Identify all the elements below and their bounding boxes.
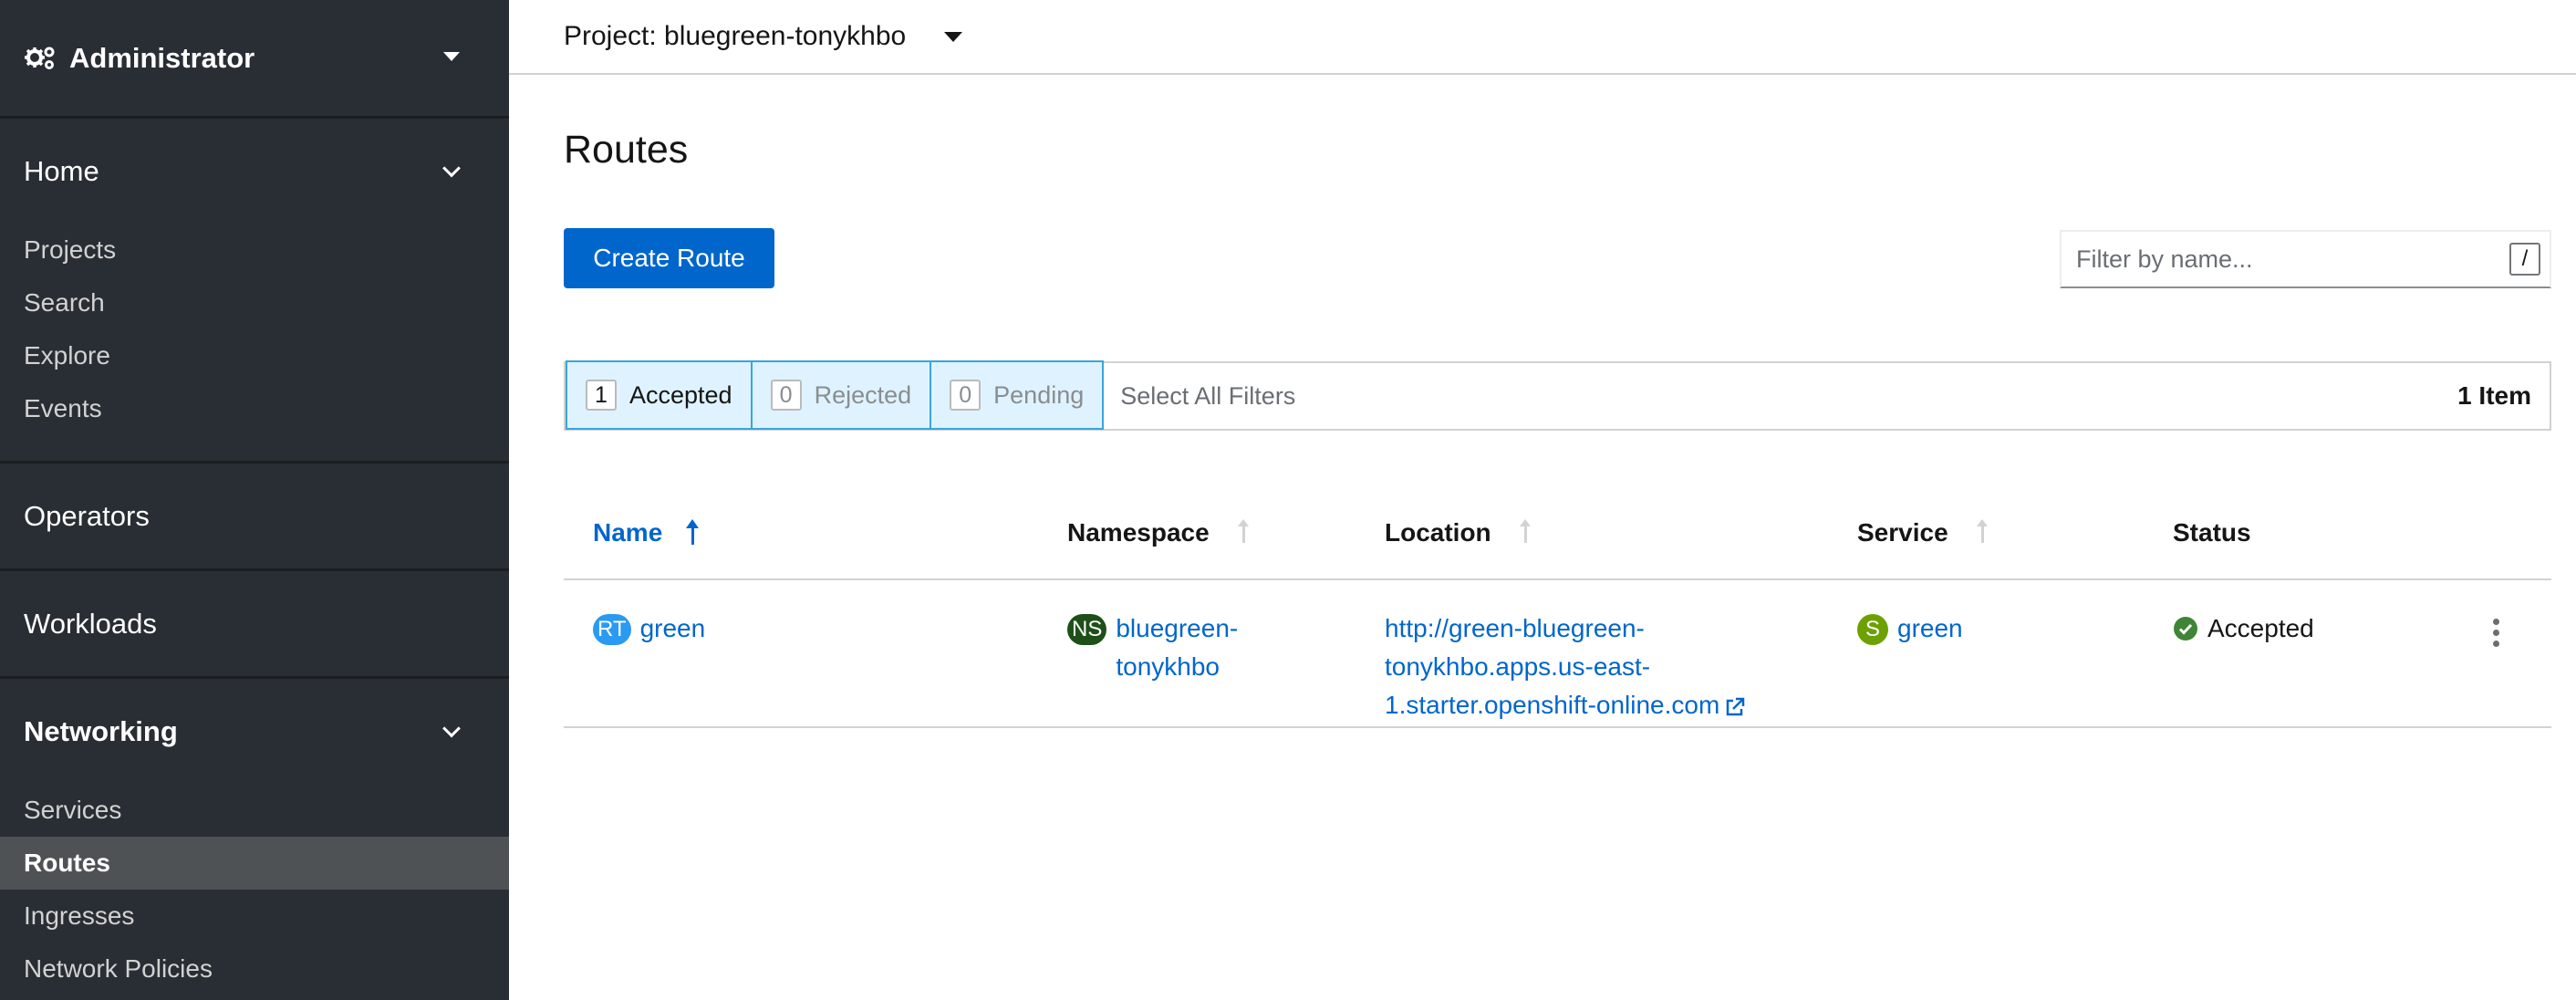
- location-link[interactable]: http://green-bluegreen- tonykhbo.apps.us…: [1385, 609, 1745, 724]
- main-content: Project: bluegreen-tonykhbo Routes Creat…: [509, 0, 2576, 1000]
- namespace-cell: NS bluegreen- tonykhbo: [1067, 613, 1238, 686]
- location-link-line-3: 1.starter.openshift-online.com: [1385, 691, 1720, 719]
- filter-accepted-count: 1: [586, 380, 617, 411]
- sort-icon: [1976, 519, 1989, 547]
- sidebar-item-projects[interactable]: Projects: [0, 224, 509, 276]
- sidebar-item-events[interactable]: Events: [0, 382, 509, 435]
- nav-group-workloads[interactable]: Workloads: [0, 571, 509, 676]
- filter-rejected-button[interactable]: 0 Rejected: [750, 360, 932, 430]
- nav-section-home: Home Projects Search Explore Events: [0, 119, 509, 464]
- nav-group-networking-label: Networking: [24, 714, 178, 747]
- filter-rejected-label: Rejected: [814, 380, 912, 409]
- column-header-status: Status: [2173, 518, 2251, 547]
- namespace-resource-badge: NS: [1067, 614, 1107, 645]
- sort-ascending-icon: [686, 519, 700, 547]
- keyboard-shortcut-hint: /: [2509, 243, 2540, 276]
- filter-placeholder: Filter by name...: [2076, 245, 2253, 273]
- nav-group-operators[interactable]: Operators: [0, 464, 509, 568]
- namespace-link-line-1: bluegreen-: [1116, 614, 1239, 642]
- table-row: RT green NS bluegreen- tonykhbo http://g…: [564, 580, 2551, 728]
- nav-group-networking[interactable]: Networking: [0, 679, 509, 784]
- project-selector[interactable]: Project: bluegreen-tonykhbo: [509, 0, 2576, 75]
- location-cell: http://green-bluegreen- tonykhbo.apps.us…: [1385, 613, 1768, 724]
- project-selector-label: Project: bluegreen-tonykhbo: [564, 21, 907, 51]
- sidebar-item-routes[interactable]: Routes: [0, 837, 509, 890]
- nav-section-networking: Networking Services Routes Ingresses Net…: [0, 679, 509, 995]
- route-name-cell: RT green: [593, 613, 705, 648]
- sidebar-item-network-policies[interactable]: Network Policies: [0, 943, 509, 995]
- column-header-service-label: Service: [1857, 518, 1948, 547]
- sidebar-item-services[interactable]: Services: [0, 784, 509, 837]
- filter-accepted-label: Accepted: [629, 380, 732, 409]
- nav-section-workloads: Workloads: [0, 571, 509, 679]
- service-cell: S green: [1857, 613, 1963, 648]
- filter-pending-count: 0: [950, 380, 982, 411]
- filter-accepted-button[interactable]: 1 Accepted: [566, 360, 753, 430]
- column-header-namespace[interactable]: Namespace: [1067, 518, 1250, 547]
- check-circle-icon: [2174, 617, 2197, 641]
- column-header-name-label: Name: [593, 518, 663, 547]
- namespace-link-line-2: tonykhbo: [1116, 652, 1220, 681]
- kebab-icon[interactable]: [2493, 619, 2500, 647]
- status-cell: Accepted: [2173, 613, 2314, 644]
- filter-rejected-count: 0: [770, 380, 802, 411]
- column-header-location-label: Location: [1385, 518, 1491, 547]
- sidebar-item-explore[interactable]: Explore: [0, 329, 509, 382]
- namespace-link[interactable]: bluegreen- tonykhbo: [1116, 609, 1238, 686]
- service-link[interactable]: green: [1897, 609, 1963, 648]
- location-link-line-2: tonykhbo.apps.us-east-: [1385, 652, 1651, 681]
- page-title: Routes: [564, 128, 689, 172]
- sidebar-item-search[interactable]: Search: [0, 276, 509, 329]
- sort-icon: [1519, 519, 1532, 547]
- perspective-label: Administrator: [69, 41, 255, 74]
- table-header: Name Namespace Location Service Status: [564, 493, 2551, 580]
- column-header-status-label: Status: [2173, 518, 2251, 547]
- sort-icon: [1237, 519, 1250, 547]
- row-filter-bar: 1 Accepted 0 Rejected 0 Pending Select A…: [564, 360, 2551, 431]
- location-link-line-1: http://green-bluegreen-: [1385, 614, 1645, 642]
- column-header-name[interactable]: Name: [593, 518, 700, 547]
- column-header-location[interactable]: Location: [1385, 518, 1532, 547]
- nav-group-workloads-label: Workloads: [24, 607, 157, 640]
- caret-down-icon: [443, 52, 460, 61]
- item-count: 1 Item: [2457, 381, 2531, 410]
- route-name-link[interactable]: green: [640, 609, 706, 648]
- select-all-filters-link[interactable]: Select All Filters: [1120, 382, 1295, 411]
- filter-pending-button[interactable]: 0 Pending: [930, 360, 1105, 430]
- service-resource-badge: S: [1857, 614, 1888, 645]
- routes-table: Name Namespace Location Service Status R…: [564, 493, 2551, 728]
- perspective-switcher[interactable]: Administrator: [0, 0, 509, 119]
- create-route-button[interactable]: Create Route: [564, 228, 774, 288]
- filter-by-name-input[interactable]: Filter by name... /: [2060, 230, 2551, 288]
- status-text: Accepted: [2207, 614, 2314, 642]
- filter-pending-label: Pending: [993, 380, 1085, 409]
- chevron-down-icon: [442, 719, 461, 737]
- external-link-icon: [1727, 697, 1745, 715]
- nav-group-home-label: Home: [24, 154, 99, 187]
- route-resource-badge: RT: [593, 614, 631, 645]
- nav-section-operators: Operators: [0, 464, 509, 571]
- column-header-namespace-label: Namespace: [1067, 518, 1210, 547]
- nav-group-operators-label: Operators: [24, 499, 150, 532]
- column-header-service[interactable]: Service: [1857, 518, 1989, 547]
- sidebar: Administrator Home Projects Search Explo…: [0, 0, 509, 1000]
- gears-icon: [25, 47, 55, 69]
- nav-group-home[interactable]: Home: [0, 119, 509, 224]
- sidebar-item-ingresses[interactable]: Ingresses: [0, 890, 509, 943]
- caret-down-icon: [944, 31, 963, 42]
- chevron-down-icon: [442, 159, 461, 177]
